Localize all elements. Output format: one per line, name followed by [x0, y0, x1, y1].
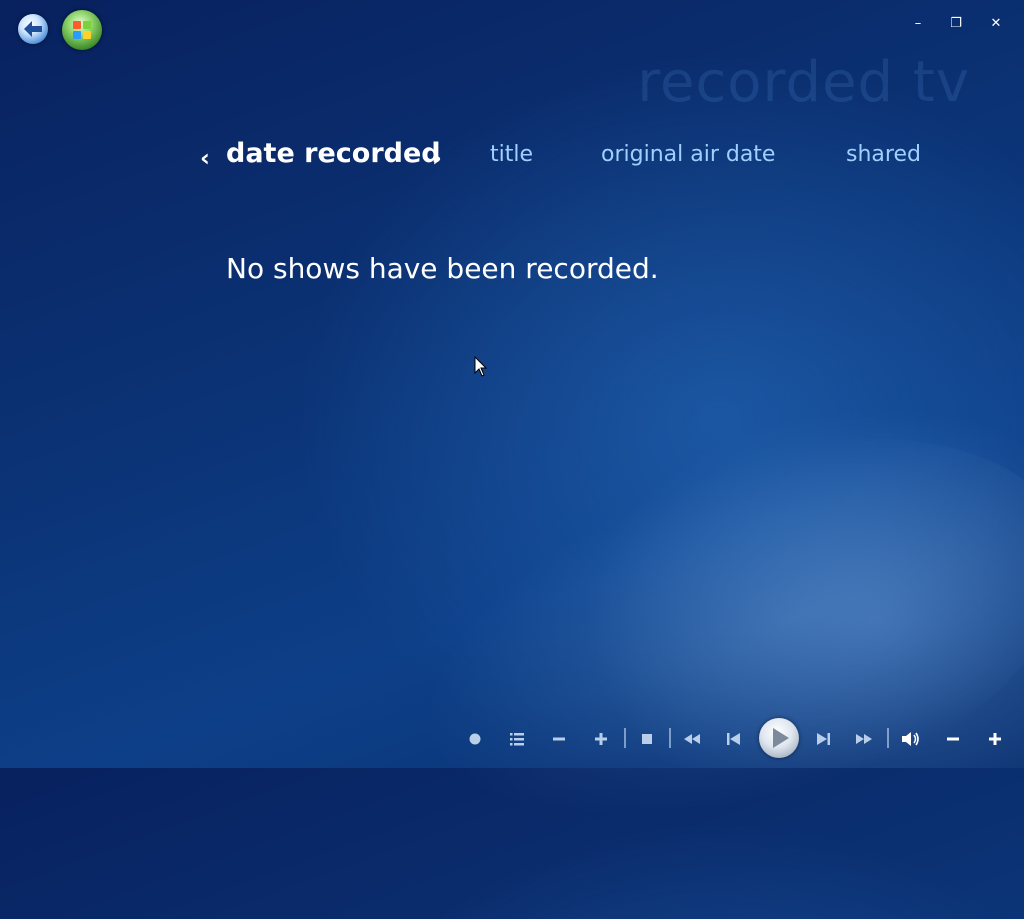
record-icon[interactable]: [464, 728, 486, 750]
back-arrow-icon: [24, 21, 42, 37]
play-button[interactable]: [759, 718, 799, 758]
back-button[interactable]: [18, 14, 48, 44]
tab-title[interactable]: title: [490, 142, 533, 167]
fast-forward-icon[interactable]: [853, 728, 875, 750]
channel-up-icon[interactable]: [590, 728, 612, 750]
play-icon: [773, 728, 789, 748]
restore-button[interactable]: ❐: [946, 14, 966, 34]
volume-down-icon[interactable]: [942, 728, 964, 750]
close-button[interactable]: ✕: [986, 14, 1006, 34]
empty-state-message: No shows have been recorded.: [226, 252, 659, 285]
guide-icon[interactable]: [506, 728, 528, 750]
prev-sort-chevron-icon[interactable]: ‹: [200, 144, 210, 172]
rewind-icon[interactable]: [681, 728, 703, 750]
toolbar-divider: [669, 728, 671, 748]
background-swoosh: [341, 360, 1024, 919]
tab-date-recorded[interactable]: date recorded: [226, 138, 441, 169]
skip-back-icon[interactable]: [723, 728, 745, 750]
start-button[interactable]: [62, 10, 102, 50]
minimize-button[interactable]: –: [908, 14, 928, 34]
page-title: recorded tv: [637, 50, 970, 115]
toolbar-divider: [887, 728, 889, 748]
mute-icon[interactable]: [899, 728, 921, 750]
volume-up-icon[interactable]: [984, 728, 1006, 750]
toolbar-divider: [624, 728, 626, 748]
channel-down-icon[interactable]: [548, 728, 570, 750]
next-sort-chevron-icon[interactable]: ›: [432, 144, 442, 172]
skip-forward-icon[interactable]: [812, 728, 834, 750]
windows-logo-icon: [73, 21, 91, 39]
mouse-cursor-icon: [474, 356, 488, 377]
tab-shared[interactable]: shared: [846, 142, 921, 167]
tab-original-air-date[interactable]: original air date: [601, 142, 775, 167]
stop-icon[interactable]: [636, 728, 658, 750]
